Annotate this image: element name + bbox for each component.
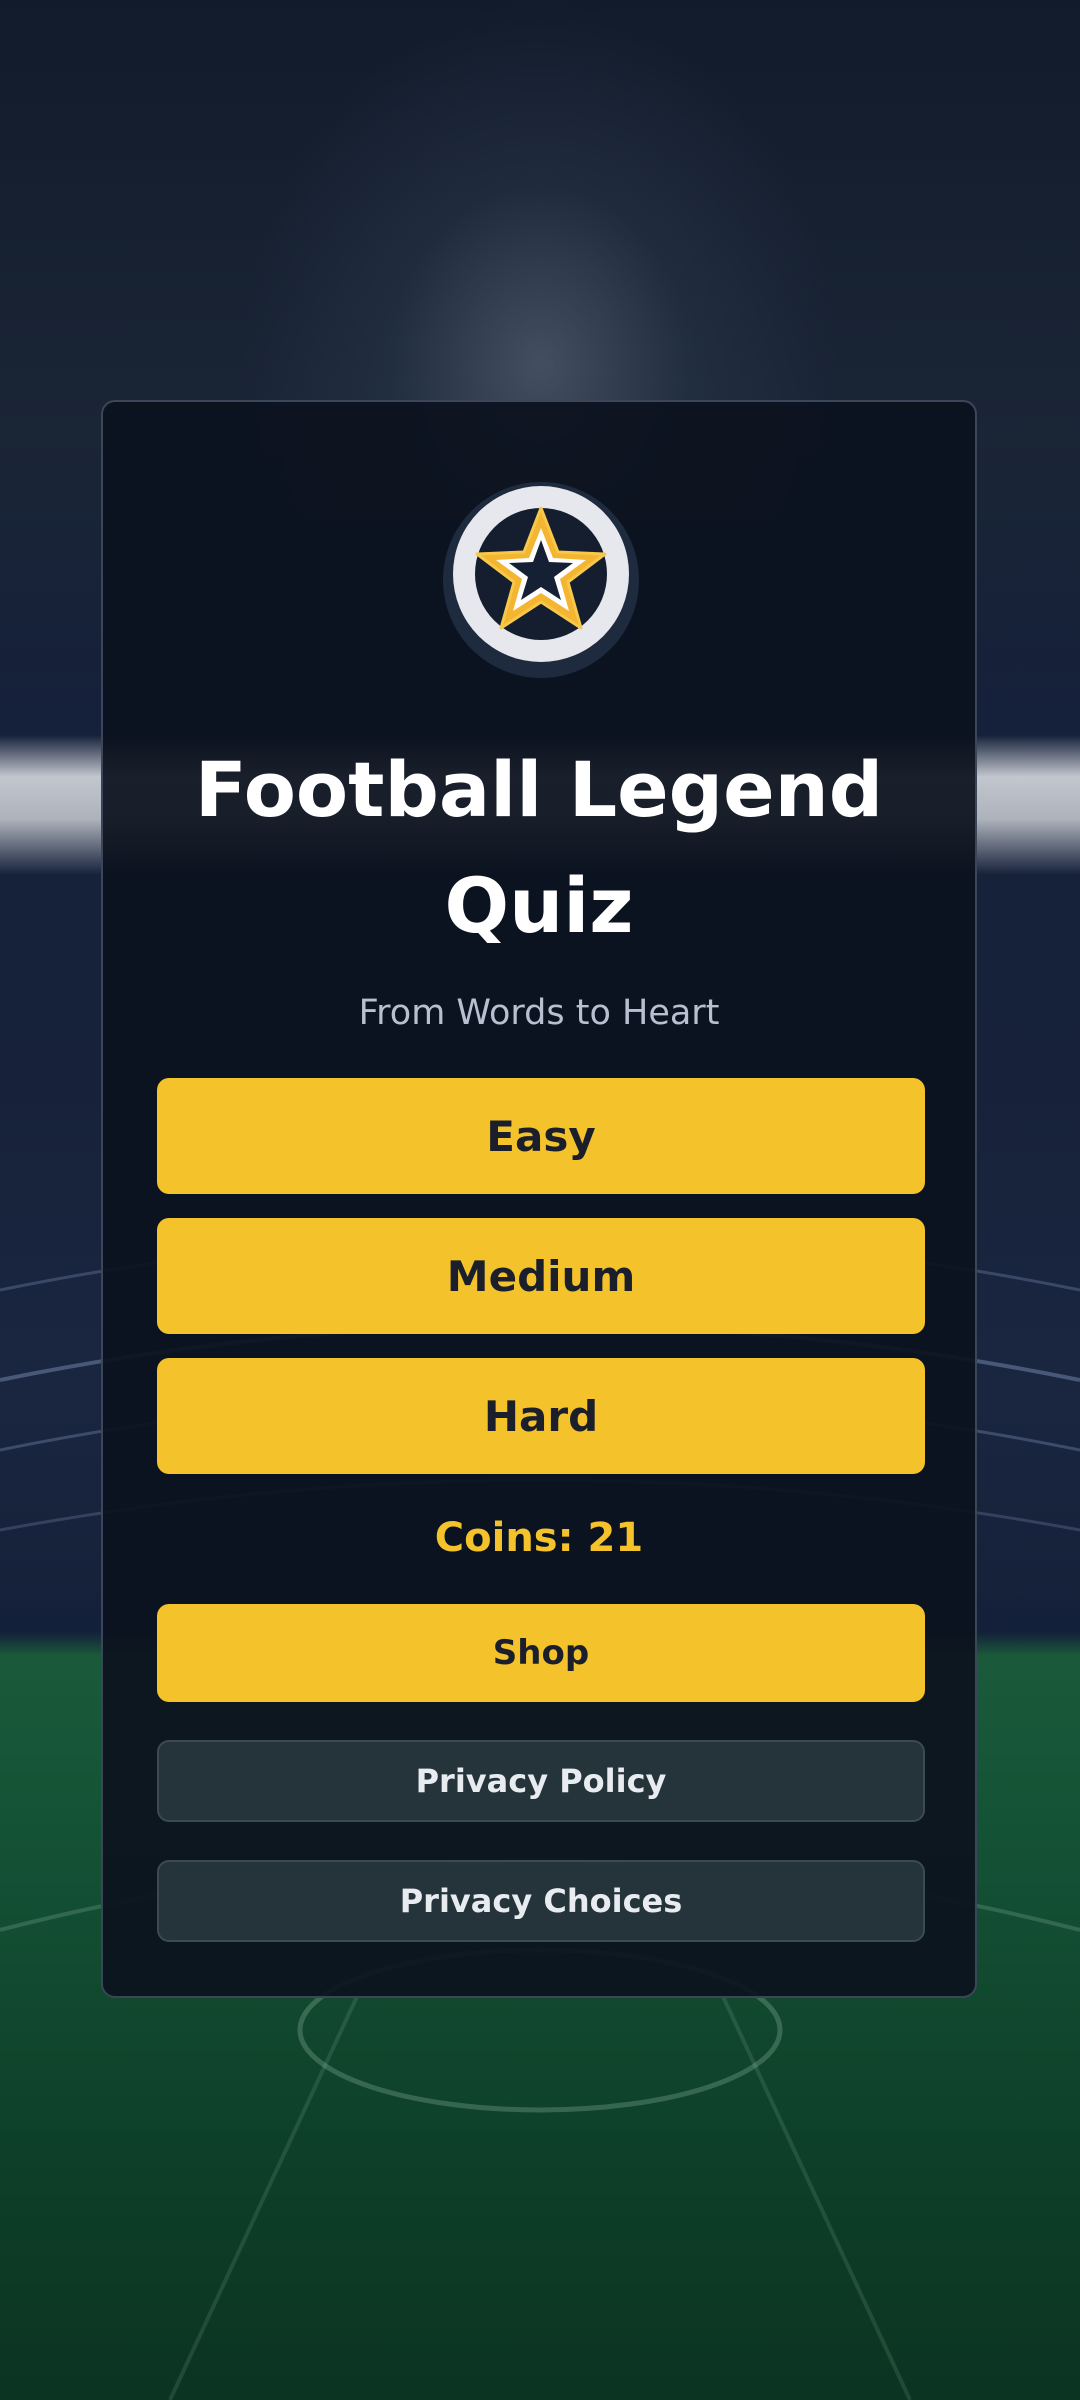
coins-balance: Coins: 21 [434,1515,644,1561]
shop-button[interactable]: Shop [157,1604,925,1702]
medium-button[interactable]: Medium [157,1218,925,1334]
app-subtitle: From Words to Heart [358,993,720,1033]
privacy-policy-button[interactable]: Privacy Policy [157,1740,925,1822]
privacy-choices-button[interactable]: Privacy Choices [157,1860,925,1942]
menu-card: Football Legend Quiz From Words to Heart… [101,400,977,1998]
app-title: Football Legend Quiz [103,732,975,964]
app-screen: Football Legend Quiz From Words to Heart… [0,0,1080,2400]
star-badge-icon [443,482,639,678]
app-title-line-1: Football Legend [194,745,884,834]
hard-button[interactable]: Hard [157,1358,925,1474]
app-title-line-2: Quiz [444,861,634,950]
easy-button[interactable]: Easy [157,1078,925,1194]
